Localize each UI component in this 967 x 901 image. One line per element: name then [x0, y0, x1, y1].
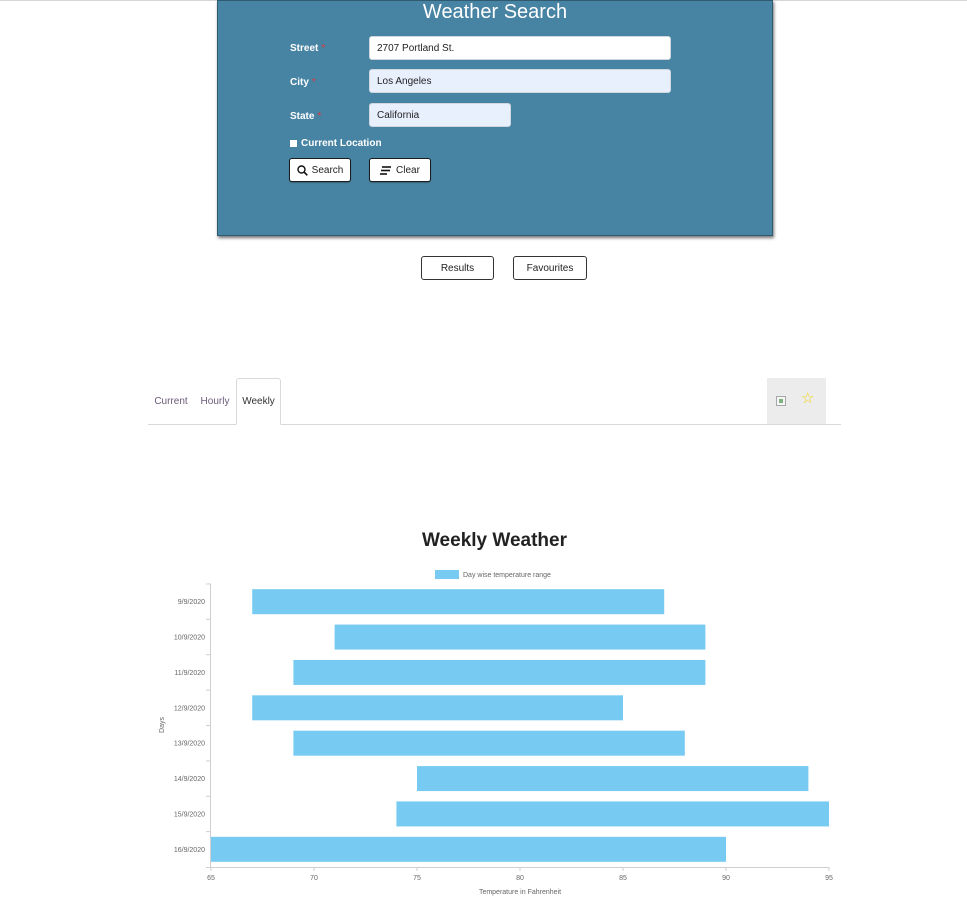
y-axis: 9/9/2020 10/9/2020 11/9/2020 12/9/2020 13/9/…	[174, 583, 211, 867]
temperature-range-bar	[417, 766, 809, 792]
street-label: Street *	[290, 43, 326, 54]
temperature-range-bar	[396, 801, 829, 827]
search-icon	[296, 164, 308, 176]
current-location-label: Current Location	[301, 138, 382, 149]
y-tick-label: 9/9/2020	[178, 599, 205, 606]
tab-hourly[interactable]: Hourly	[196, 378, 234, 425]
bars	[211, 589, 829, 862]
clear-button[interactable]: Clear	[369, 158, 431, 182]
x-tick-label: 80	[516, 875, 524, 882]
state-select[interactable]	[369, 103, 511, 127]
x-tick-label: 75	[413, 875, 421, 882]
star-outline-icon[interactable]: ☆	[801, 390, 814, 408]
legend-label: Day wise temperature range	[463, 572, 551, 579]
city-label: City *	[290, 77, 316, 88]
clear-button-label: Clear	[396, 164, 420, 176]
y-tick-label: 12/9/2020	[174, 705, 205, 712]
tab-current[interactable]: Current	[150, 378, 192, 425]
y-tick-label: 13/9/2020	[174, 741, 205, 748]
temperature-range-bar	[211, 836, 726, 862]
state-label: State *	[290, 111, 322, 122]
temperature-range-bar	[293, 730, 685, 756]
legend-swatch	[435, 570, 459, 579]
x-tick-label: 70	[310, 875, 318, 882]
x-axis-title: Temperature in Fahrenheit	[479, 889, 561, 896]
broken-image-icon[interactable]	[776, 396, 786, 406]
search-button[interactable]: Search	[289, 158, 351, 182]
required-marker: *	[311, 77, 316, 88]
temperature-range-bar	[252, 695, 623, 721]
current-location-option[interactable]: Current Location	[290, 138, 382, 149]
chart-title: Weekly Weather	[421, 530, 568, 551]
x-axis: 65 70 75 80 85 90 95	[206, 867, 833, 882]
x-tick-label: 85	[619, 875, 627, 882]
y-tick-label: 10/9/2020	[174, 635, 205, 642]
x-tick-label: 90	[722, 875, 730, 882]
street-input[interactable]	[369, 36, 671, 60]
weather-search-panel: Weather Search Street* City* State* Curr…	[217, 0, 773, 236]
favourites-button[interactable]: Favourites	[513, 256, 587, 280]
city-input[interactable]	[369, 69, 671, 93]
tab-weekly[interactable]: Weekly	[236, 378, 281, 425]
y-tick-label: 15/9/2020	[174, 811, 205, 818]
search-button-label: Search	[311, 164, 344, 176]
page-title: Weather Search	[422, 1, 568, 23]
required-marker: *	[321, 43, 326, 54]
temperature-range-bar	[334, 624, 706, 650]
x-tick-label: 95	[825, 875, 833, 882]
clear-icon	[380, 165, 392, 175]
y-axis-title: Days	[159, 717, 166, 733]
temperature-range-bar	[293, 659, 706, 685]
result-actions: ☆	[767, 378, 826, 424]
y-tick-label: 16/9/2020	[174, 847, 205, 854]
y-tick-label: 11/9/2020	[174, 670, 205, 677]
y-tick-label: 14/9/2020	[174, 776, 205, 783]
x-tick-label: 65	[207, 875, 215, 882]
temperature-range-bar	[252, 589, 665, 615]
current-location-checkbox[interactable]	[290, 140, 297, 147]
results-button[interactable]: Results	[421, 256, 494, 280]
weekly-weather-chart: Day wise temperature range 9/9/2020 10/9/…	[159, 570, 833, 896]
required-marker: *	[317, 111, 322, 122]
